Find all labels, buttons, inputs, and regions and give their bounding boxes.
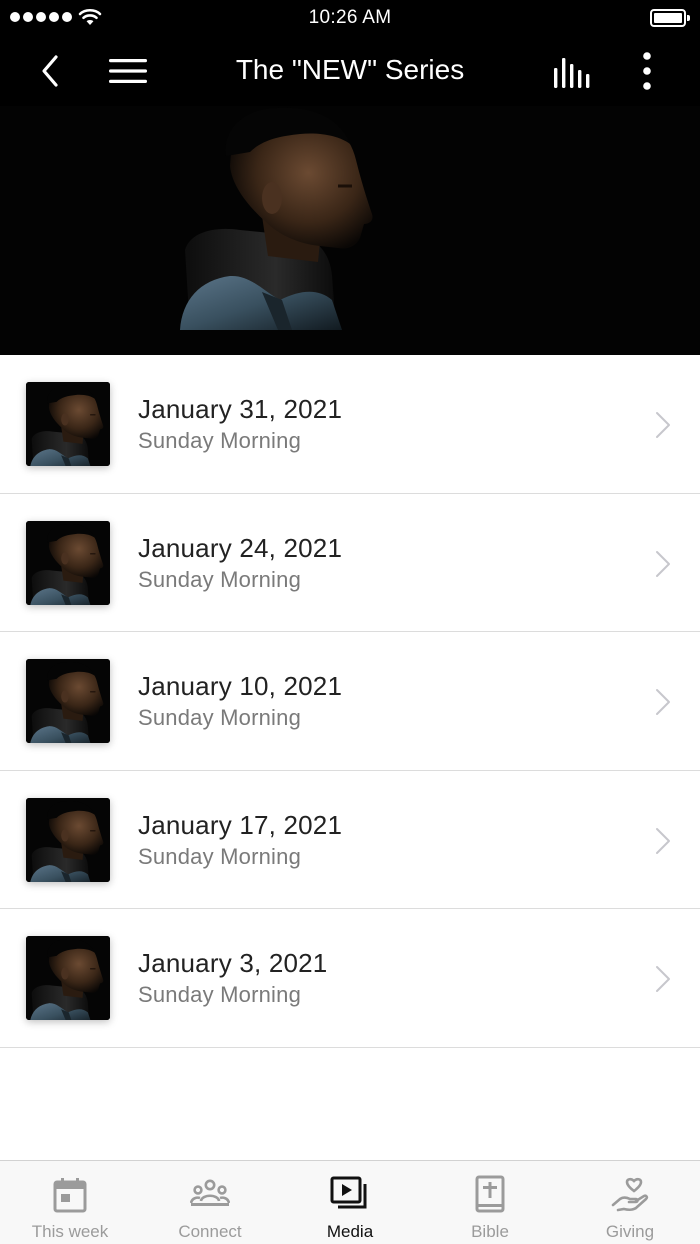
portrait-image	[0, 106, 700, 355]
navigation-bar: The "NEW" Series	[0, 36, 700, 106]
tab-label: Bible	[471, 1222, 509, 1241]
chevron-right-icon	[656, 966, 670, 992]
episode-service: Sunday Morning	[138, 428, 302, 453]
series-hero-image	[0, 106, 700, 355]
episode-date: January 17, 2021	[138, 809, 343, 840]
tab-bar: This week Connect Media Bible Giving	[0, 1160, 700, 1244]
tab-connect[interactable]: Connect	[140, 1161, 280, 1244]
list-item[interactable]: January 3, 2021 Sunday Morning	[0, 909, 700, 1048]
episode-date: January 24, 2021	[138, 532, 343, 563]
tab-giving[interactable]: Giving	[560, 1161, 700, 1244]
tab-bible[interactable]: Bible	[420, 1161, 560, 1244]
episode-thumbnail	[26, 797, 110, 882]
status-bar: 10:26 AM	[0, 0, 700, 36]
chevron-right-icon	[656, 689, 670, 715]
more-options-icon[interactable]	[632, 50, 662, 92]
status-time: 10:26 AM	[308, 7, 392, 28]
tab-media[interactable]: Media	[280, 1161, 420, 1244]
tab-label: Connect	[178, 1222, 242, 1241]
list-item[interactable]: January 17, 2021 Sunday Morning	[0, 770, 700, 909]
episode-thumbnail	[26, 382, 110, 466]
episode-date: January 10, 2021	[138, 671, 343, 701]
episode-date: January 31, 2021	[138, 394, 343, 424]
chevron-right-icon	[656, 550, 670, 577]
calendar-icon	[53, 1178, 87, 1213]
media-icon	[330, 1176, 367, 1209]
episode-service: Sunday Morning	[138, 982, 302, 1007]
battery-icon	[650, 9, 690, 27]
list-item[interactable]: January 31, 2021 Sunday Morning	[0, 355, 700, 494]
people-icon	[190, 1179, 230, 1206]
episode-service: Sunday Morning	[138, 566, 302, 592]
tab-label: Giving	[605, 1222, 655, 1241]
app-screen: 10:26 AM The "NEW" Series January 31, 20…	[0, 0, 700, 1244]
page-title: The "NEW" Series	[235, 54, 465, 85]
tab-label: This week	[31, 1222, 109, 1241]
tab-label: Media	[326, 1222, 374, 1241]
bible-icon	[475, 1175, 505, 1213]
episode-thumbnail	[26, 520, 110, 605]
list-item[interactable]: January 10, 2021 Sunday Morning	[0, 632, 700, 771]
chevron-right-icon	[656, 827, 670, 854]
episode-thumbnail	[26, 659, 110, 743]
episode-service: Sunday Morning	[138, 705, 302, 730]
episode-service: Sunday Morning	[138, 843, 302, 869]
giving-heart-hand-icon	[611, 1177, 649, 1212]
episode-list: January 31, 2021 Sunday Morning January …	[0, 355, 700, 1048]
back-chevron-icon[interactable]	[34, 52, 70, 90]
chevron-right-icon	[656, 412, 670, 438]
episode-thumbnail	[26, 936, 110, 1020]
hamburger-menu-icon[interactable]	[106, 56, 150, 86]
list-item[interactable]: January 24, 2021 Sunday Morning	[0, 493, 700, 632]
tab-this-week[interactable]: This week	[0, 1161, 140, 1244]
audio-bars-icon[interactable]	[548, 54, 596, 90]
episode-date: January 3, 2021	[138, 948, 328, 978]
